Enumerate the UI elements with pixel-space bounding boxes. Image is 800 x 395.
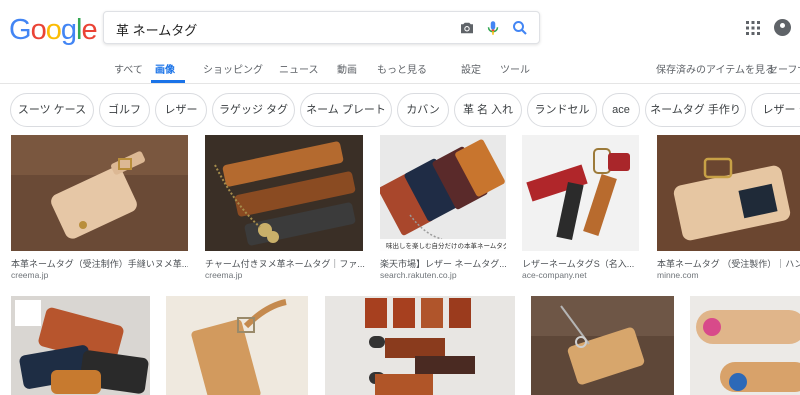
image-result[interactable] — [522, 135, 639, 251]
chip[interactable]: 革 名 入れ — [454, 93, 522, 127]
google-logo[interactable]: Google — [9, 14, 98, 47]
tab-more[interactable]: もっと見る — [377, 61, 427, 76]
image-result[interactable] — [531, 296, 674, 395]
header: Google 革 ネームタグ すべて 画像 ショッピング ニュース 動画 もっと… — [0, 0, 800, 84]
result-caption[interactable]: 楽天市場】レザー ネームタグ... — [380, 257, 508, 270]
avatar-icon[interactable] — [774, 19, 791, 36]
result-source: search.rakuten.co.jp — [380, 270, 457, 280]
image-result[interactable] — [11, 135, 188, 251]
tab-tools[interactable]: ツール — [500, 61, 530, 76]
result-caption[interactable]: レザーネームタグS（名入... — [522, 257, 642, 270]
search-input[interactable]: 革 ネームタグ — [116, 20, 197, 39]
chip[interactable]: スーツ ケース — [10, 93, 94, 127]
safesearch-link[interactable]: セーフサ — [768, 61, 800, 76]
result-source: creema.jp — [205, 270, 243, 280]
tab-all[interactable]: すべて — [114, 61, 143, 76]
related-chips: スーツ ケース ゴルフ レザー ラゲッジ タグ ネーム プレート カバン 革 名… — [0, 92, 800, 128]
chip[interactable]: ランドセル — [527, 93, 597, 127]
chip[interactable]: ネームタグ 手作り — [645, 93, 746, 127]
result-image — [657, 135, 800, 251]
image-result[interactable] — [166, 296, 308, 395]
tab-settings[interactable]: 設定 — [461, 61, 481, 76]
result-image — [522, 135, 639, 251]
mic-icon[interactable] — [484, 19, 502, 37]
image-result[interactable] — [11, 296, 150, 395]
result-image — [11, 135, 188, 251]
tab-bar: すべて 画像 ショッピング ニュース 動画 もっと見る 設定 ツール 保存済みの… — [0, 56, 800, 84]
page: Google 革 ネームタグ すべて 画像 ショッピング ニュース 動画 もっと… — [0, 0, 800, 395]
result-image — [166, 296, 308, 395]
result-caption[interactable]: チャーム付きヌメ革ネームタグ｜ファ... — [205, 257, 365, 270]
result-source: creema.jp — [11, 270, 49, 280]
chip[interactable]: レザー ク — [751, 93, 800, 127]
chip[interactable]: ネーム プレート — [300, 93, 392, 127]
image-overlay-text: 味出しを楽しむ自分だけの本革ネームタグ — [386, 243, 506, 250]
result-image — [325, 296, 515, 395]
tab-news[interactable]: ニュース — [279, 61, 319, 76]
image-result[interactable] — [690, 296, 800, 395]
chip[interactable]: ラゲッジ タグ — [212, 93, 295, 127]
image-result[interactable] — [325, 296, 515, 395]
result-image — [205, 135, 363, 251]
search-icon[interactable] — [511, 19, 529, 37]
result-image — [690, 296, 800, 395]
active-tab-indicator — [151, 80, 185, 83]
search-box[interactable]: 革 ネームタグ — [103, 11, 540, 44]
result-image — [11, 296, 150, 395]
result-image — [380, 135, 506, 251]
tab-images[interactable]: 画像 — [155, 61, 175, 76]
chip[interactable]: ゴルフ — [99, 93, 150, 127]
result-caption[interactable]: 本革ネームタグ （受注製作）｜ハンド — [657, 257, 800, 270]
chip[interactable]: ace — [602, 93, 640, 127]
chip[interactable]: レザー — [155, 93, 207, 127]
result-image — [531, 296, 674, 395]
image-result[interactable] — [205, 135, 363, 251]
result-source: minne.com — [657, 270, 699, 280]
tab-shopping[interactable]: ショッピング — [203, 61, 263, 76]
saved-items-link[interactable]: 保存済みのアイテムを見る — [656, 61, 775, 76]
tab-videos[interactable]: 動画 — [337, 61, 357, 76]
result-source: ace-company.net — [522, 270, 587, 280]
camera-icon[interactable] — [458, 19, 476, 37]
chip[interactable]: カバン — [397, 93, 449, 127]
image-result[interactable]: 味出しを楽しむ自分だけの本革ネームタグ — [380, 135, 506, 251]
result-caption[interactable]: 本革ネームタグ（受注制作）手縫いヌメ革... — [11, 257, 188, 270]
image-result[interactable] — [657, 135, 800, 251]
apps-icon[interactable] — [745, 20, 761, 36]
